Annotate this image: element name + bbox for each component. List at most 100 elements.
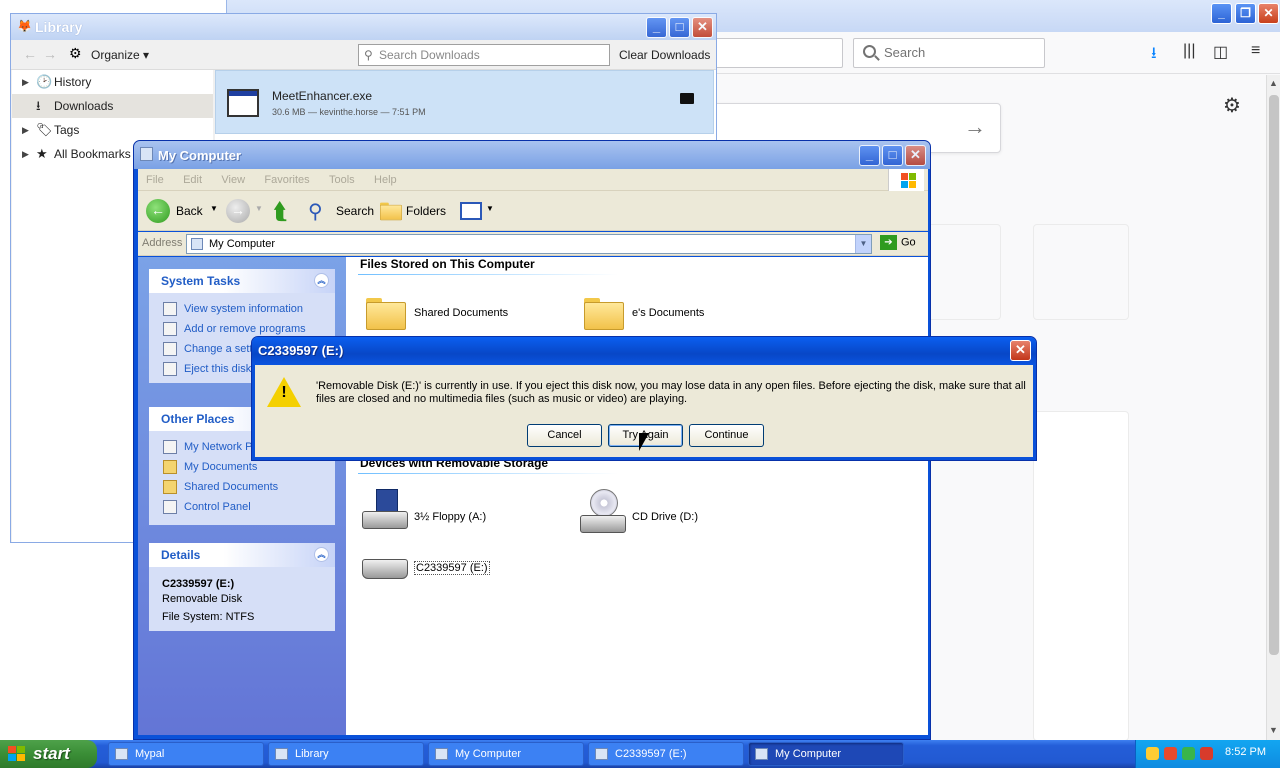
gear-icon[interactable]: ⚙ [1223, 93, 1241, 118]
browser-icon [115, 748, 128, 760]
details-title: Details [161, 548, 201, 562]
chevron-down-icon[interactable]: ▼ [210, 204, 218, 213]
chevron-down-icon[interactable]: ▼ [855, 235, 871, 253]
search-icon [863, 45, 876, 58]
drive-item[interactable]: CD Drive (D:) [580, 489, 780, 535]
sidebar-icon[interactable]: ◫ [1213, 42, 1228, 62]
expand-icon[interactable]: ▶ [22, 142, 29, 166]
minimize-button[interactable]: _ [859, 145, 880, 166]
back-label: Back [176, 204, 203, 218]
library-maximize-button[interactable]: □ [669, 17, 690, 38]
scroll-up-icon[interactable]: ▲ [1269, 78, 1278, 88]
menu-help[interactable]: Help [374, 169, 397, 191]
download-item[interactable]: MeetEnhancer.exe 30.6 MB — kevinthe.hors… [215, 70, 714, 134]
maximize-button[interactable]: □ [882, 145, 903, 166]
browser-restore-button[interactable]: ❐ [1235, 3, 1256, 24]
cancel-button[interactable]: Cancel [527, 424, 602, 447]
continue-button[interactable]: Continue [689, 424, 764, 447]
library-close-button[interactable]: ✕ [692, 17, 713, 38]
details-header[interactable]: Details ︽ [149, 543, 335, 567]
nav-item-downloads[interactable]: ⭳ Downloads [12, 94, 213, 118]
drive-label: C2339597 (E:) [414, 561, 490, 575]
drive-item[interactable]: 3½ Floppy (A:) [362, 489, 562, 535]
start-button[interactable]: start [0, 740, 97, 768]
scroll-down-icon[interactable]: ▼ [1269, 725, 1278, 735]
place-shared-documents[interactable]: Shared Documents [149, 477, 335, 497]
expand-icon[interactable]: ▶ [22, 70, 29, 94]
place-control-panel[interactable]: Control Panel [149, 497, 335, 517]
library-icon[interactable]: ||| [1183, 42, 1195, 60]
arrow-right-icon[interactable]: → [964, 114, 986, 140]
menu-icon[interactable]: ≡ [1251, 42, 1260, 60]
system-tasks-header[interactable]: System Tasks ︽ [149, 269, 335, 293]
system-tray: 8:52 PM [1135, 740, 1280, 768]
browser-minimize-button[interactable]: _ [1211, 3, 1232, 24]
chevron-down-icon[interactable]: ▼ [255, 204, 263, 213]
computer-icon [140, 147, 153, 161]
library-minimize-button[interactable]: _ [646, 17, 667, 38]
menu-favorites[interactable]: Favorites [264, 169, 309, 191]
clear-downloads-button[interactable]: Clear Downloads [619, 48, 710, 62]
alert-shield-icon[interactable] [1200, 747, 1213, 760]
expand-icon[interactable]: ▶ [22, 118, 29, 142]
dialog-close-button[interactable]: ✕ [1010, 340, 1031, 361]
open-folder-icon[interactable] [680, 93, 694, 104]
forward-arrow-icon[interactable]: → [43, 46, 57, 62]
folder-item[interactable]: e's Documents [584, 295, 784, 335]
details-name: C2339597 (E:) [162, 578, 235, 590]
network-tray-icon[interactable] [1182, 747, 1195, 760]
library-toolbar: ← → ⚙ Organize ▾ ⚲ Search Downloads Clea… [11, 40, 716, 70]
scrollbar-thumb[interactable] [1269, 95, 1279, 655]
dialog-message: 'Removable Disk (E:)' is currently in us… [316, 380, 1026, 405]
go-label: Go [901, 236, 916, 249]
tray-hardware-icon[interactable] [1146, 747, 1159, 760]
menu-edit[interactable]: Edit [183, 169, 202, 191]
address-input[interactable]: My Computer ▼ [186, 234, 872, 254]
search-label: Search [336, 204, 375, 218]
menu-view[interactable]: View [221, 169, 245, 191]
browser-search-box[interactable]: Search [853, 38, 1045, 68]
taskbar-item-my-computer-active[interactable]: My Computer [748, 742, 904, 766]
folders-label: Folders [406, 204, 447, 218]
security-shield-icon[interactable] [1164, 747, 1177, 760]
collapse-icon[interactable]: ︽ [314, 547, 329, 562]
menu-file[interactable]: File [146, 169, 164, 191]
collapse-icon[interactable]: ︽ [314, 273, 329, 288]
browser-scrollbar[interactable]: ▲ ▼ [1266, 75, 1280, 740]
taskbar-item-drive-dialog[interactable]: C2339597 (E:) [588, 742, 744, 766]
drive-item-selected[interactable]: C2339597 (E:) [362, 555, 562, 585]
task-view-system-info[interactable]: View system information [149, 299, 335, 319]
menu-tools[interactable]: Tools [329, 169, 355, 191]
organize-label: Organize [91, 48, 140, 62]
library-titlebar: 🦊 Library _ □ ✕ [11, 14, 716, 40]
taskbar-item-library[interactable]: Library [268, 742, 424, 766]
nav-item-history[interactable]: ▶ 🕑 History [12, 70, 213, 94]
browser-close-button[interactable]: ✕ [1258, 3, 1279, 24]
library-search-input[interactable]: ⚲ Search Downloads [358, 44, 610, 66]
views-button[interactable]: ▼ [456, 199, 496, 225]
folders-button[interactable]: Folders [380, 199, 450, 225]
back-button[interactable]: ← Back ▼ [146, 199, 226, 225]
close-button[interactable]: ✕ [905, 145, 926, 166]
folder-icon [366, 295, 406, 330]
computer-icon [435, 748, 448, 760]
mouse-cursor [639, 433, 649, 451]
up-folder-icon[interactable]: ⮬ [274, 199, 287, 225]
library-title: Library [35, 19, 83, 35]
back-arrow-icon[interactable]: ← [23, 46, 37, 62]
taskbar-item-my-computer[interactable]: My Computer [428, 742, 584, 766]
search-button[interactable]: ⚲ Search [308, 199, 375, 225]
organize-menu[interactable]: Organize ▾ [91, 48, 149, 62]
dialog-titlebar: C2339597 (E:) ✕ [252, 337, 1036, 365]
task-link-label: Eject this disk [184, 363, 252, 375]
nav-item-tags[interactable]: ▶ 🏷 Tags [12, 118, 213, 142]
taskbar-item-label: My Computer [455, 748, 522, 760]
download-icon[interactable]: ⭳ [1151, 42, 1157, 69]
top-site-tile[interactable] [1033, 224, 1129, 320]
download-icon: ⭳ [36, 98, 41, 113]
browser-url-bar[interactable] [707, 38, 843, 68]
forward-button[interactable]: → ▼ [226, 199, 263, 225]
taskbar-item-mypal[interactable]: Mypal [108, 742, 264, 766]
go-button[interactable]: ➔ Go [880, 235, 916, 250]
folder-item[interactable]: Shared Documents [366, 295, 566, 335]
